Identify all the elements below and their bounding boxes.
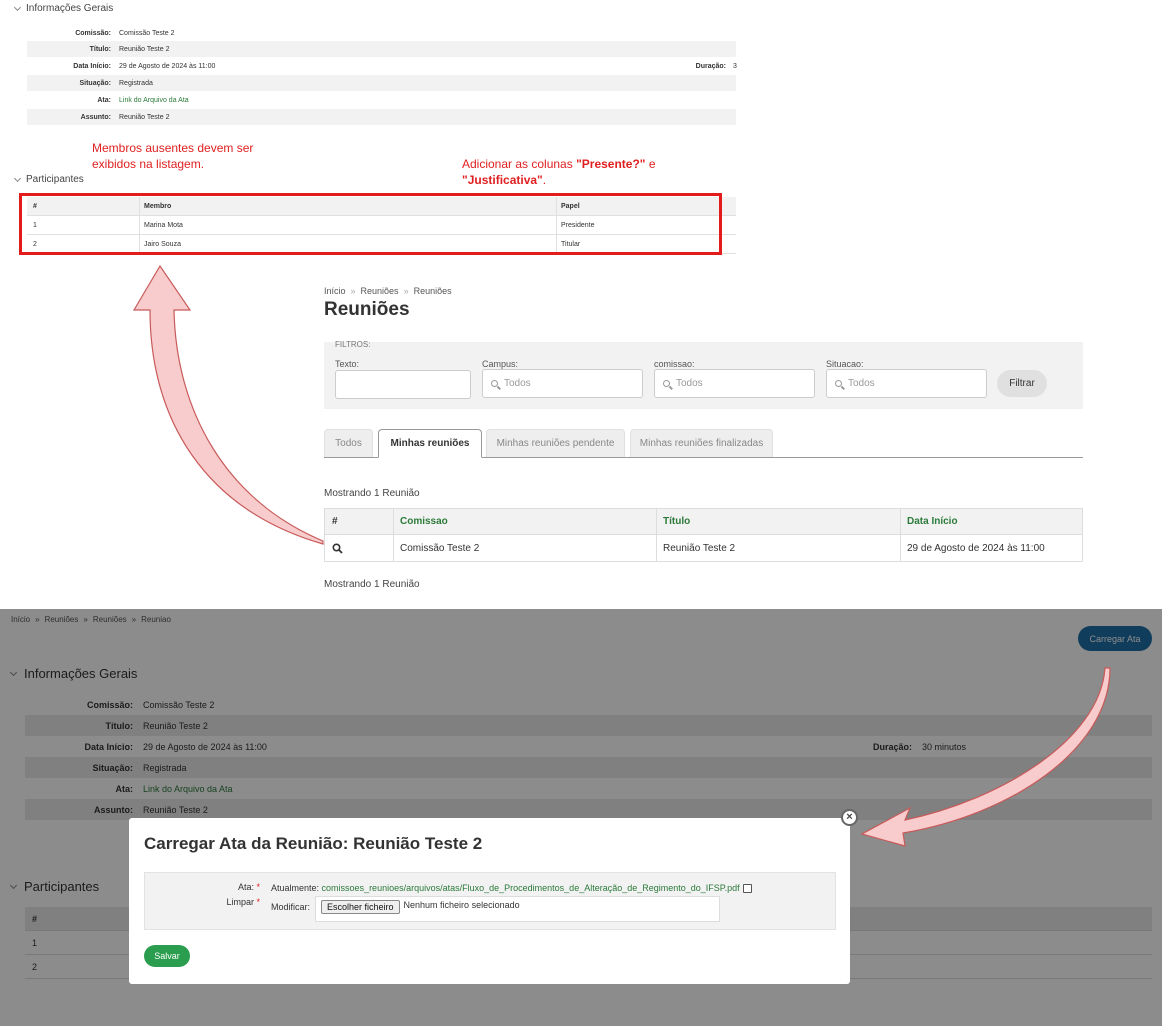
annotation-line: exibidos na listagem. <box>92 157 205 171</box>
cell-data-inicio: 29 de Agosto de 2024 às 11:00 <box>900 535 1082 561</box>
modify-label: Modificar: <box>271 902 311 912</box>
breadcrumb-item: Reuniões <box>413 286 452 296</box>
upload-ata-modal: Carregar Ata da Reunião: Reunião Teste 2… <box>129 818 850 984</box>
search-icon <box>491 380 498 387</box>
current-file-link[interactable]: comissoes_reunioes/arquivos/atas/Fluxo_d… <box>322 883 740 893</box>
ata-label-text: Ata: <box>237 882 254 892</box>
tab-todos[interactable]: Todos <box>324 429 373 457</box>
situacao-label: Situacao: <box>826 359 864 369</box>
texto-label: Texto: <box>335 359 360 369</box>
annotation-text: . <box>542 173 547 187</box>
arrow-up-left <box>132 264 324 545</box>
field-value: Registrada <box>119 79 153 87</box>
field-label: Data Início: <box>73 62 111 70</box>
view-cell[interactable] <box>325 535 393 561</box>
tab-minhas-reunioes-finalizadas[interactable]: Minhas reuniões finalizadas <box>630 429 773 457</box>
annotation-highlight-box <box>19 193 722 255</box>
cell-titulo: Reunião Teste 2 <box>656 535 900 561</box>
current-file-row: Atualmente: comissoes_reunioes/arquivos/… <box>271 883 753 894</box>
modal-form: Ata: * Limpar * Atualmente: comissoes_re… <box>144 872 836 930</box>
required-mark: * <box>256 882 260 892</box>
search-icon <box>835 380 842 387</box>
top-field-comissao: Comissão: Comissão Teste 2 <box>27 25 736 41</box>
ata-field-label: Ata: * <box>160 882 260 892</box>
duration-value: 3 <box>733 62 737 70</box>
top-participants-label: Participantes <box>26 174 84 185</box>
file-input[interactable]: Escolher ficheiro Nenhum ficheiro seleci… <box>315 896 720 922</box>
top-info-header-label: Informações Gerais <box>26 3 114 14</box>
filter-button[interactable]: Filtrar <box>997 370 1047 397</box>
no-file-text: Nenhum ficheiro selecionado <box>403 900 520 910</box>
top-field-assunto: Assunto: Reunião Teste 2 <box>27 109 736 125</box>
breadcrumb-item[interactable]: Reuniões <box>361 286 399 296</box>
search-icon[interactable] <box>332 542 343 554</box>
cell-comissao: Comissão Teste 2 <box>393 535 656 561</box>
comissao-value: Todos <box>676 378 703 389</box>
table-header-row: # Comissao Título Data Início <box>325 509 1082 535</box>
campus-select[interactable]: Todos <box>482 369 643 398</box>
ata-link[interactable]: Link do Arquivo da Ata <box>119 97 189 104</box>
filters-legend: FILTROS: <box>335 340 371 349</box>
currently-label: Atualmente: <box>271 883 320 893</box>
breadcrumb-sep: » <box>403 286 409 296</box>
col-header-data-inicio[interactable]: Data Início <box>900 509 1082 534</box>
tab-minhas-reunioes[interactable]: Minhas reuniões <box>378 429 482 458</box>
field-value: Comissão Teste 2 <box>119 29 175 37</box>
field-label: Situação: <box>79 79 111 87</box>
situacao-value: Todos <box>848 378 875 389</box>
field-value: 29 de Agosto de 2024 às 11:00 <box>119 62 216 70</box>
field-value: Reunião Teste 2 <box>119 113 170 121</box>
field-label: Comissão: <box>75 29 111 37</box>
chevron-down-icon <box>13 174 22 182</box>
annotation-line: Membros ausentes devem ser <box>92 141 254 155</box>
meetings-table: # Comissao Título Data Início Comissão T… <box>324 508 1083 562</box>
top-info-header[interactable]: Informações Gerais <box>13 3 114 14</box>
modal-title: Carregar Ata da Reunião: Reunião Teste 2 <box>144 834 483 853</box>
col-header-comissao[interactable]: Comissao <box>393 509 656 534</box>
field-label: Título: <box>89 45 111 53</box>
annotation-bold: "Justificativa" <box>462 173 543 187</box>
situacao-select[interactable]: Todos <box>826 369 987 398</box>
tabs: Todos Minhas reuniões Minhas reuniões pe… <box>324 429 1083 458</box>
annotation-absent-members: Membros ausentes devem ser exibidos na l… <box>92 140 253 172</box>
top-field-data-inicio: Data Início: 29 de Agosto de 2024 às 11:… <box>27 58 737 74</box>
tab-minhas-reunioes-pendente[interactable]: Minhas reuniões pendente <box>486 429 625 457</box>
col-header-titulo[interactable]: Título <box>656 509 900 534</box>
campus-value: Todos <box>504 378 531 389</box>
required-mark: * <box>256 897 260 907</box>
save-button[interactable]: Salvar <box>144 945 190 967</box>
annotation-add-columns: Adicionar as colunas "Presente?" e "Just… <box>462 156 656 188</box>
annotation-text: Adicionar as colunas <box>462 157 577 171</box>
choose-file-button[interactable]: Escolher ficheiro <box>321 900 400 914</box>
breadcrumb-sep: » <box>350 286 356 296</box>
limpar-checkbox[interactable] <box>743 884 753 894</box>
breadcrumb-item[interactable]: Início <box>324 286 346 296</box>
annotation-text: e <box>645 157 656 171</box>
field-label: Ata: <box>97 96 111 104</box>
close-icon[interactable]: × <box>841 809 858 826</box>
top-field-titulo: Título: Reunião Teste 2 <box>27 41 736 57</box>
search-icon <box>663 380 670 387</box>
results-count-top: Mostrando 1 Reunião <box>324 488 420 499</box>
table-row: Comissão Teste 2 Reunião Teste 2 29 de A… <box>325 535 1082 561</box>
comissao-select[interactable]: Todos <box>654 369 815 398</box>
field-label: Assunto: <box>80 113 111 121</box>
chevron-down-icon <box>13 3 22 11</box>
page-title: Reuniões <box>324 299 410 320</box>
results-count-bottom: Mostrando 1 Reunião <box>324 579 420 590</box>
top-field-situacao: Situação: Registrada <box>27 75 736 91</box>
texto-input[interactable] <box>335 370 471 399</box>
top-participants-header[interactable]: Participantes <box>13 174 84 185</box>
col-header-num: # <box>332 516 338 527</box>
field-value: Reunião Teste 2 <box>119 45 170 53</box>
annotation-bold: "Presente?" <box>576 157 646 171</box>
limpar-field-label: Limpar * <box>160 897 260 907</box>
limpar-label-text: Limpar <box>226 897 254 907</box>
breadcrumb: Início » Reuniões » Reuniões <box>324 286 452 296</box>
campus-label: Campus: <box>482 359 519 369</box>
filters-panel: FILTROS: Texto: Campus: Todos comissao: … <box>324 340 1083 409</box>
top-field-ata: Ata: Link do Arquivo da Ata <box>27 92 736 108</box>
comissao-label: comissao: <box>654 359 695 369</box>
duration-label: Duração: <box>695 62 726 70</box>
